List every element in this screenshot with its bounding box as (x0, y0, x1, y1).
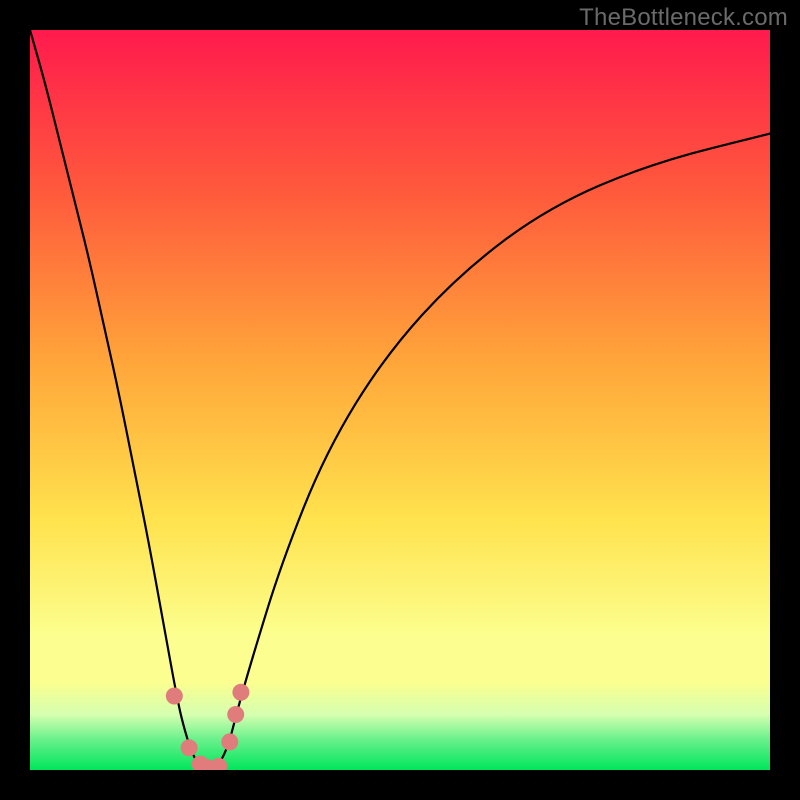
gradient-background (30, 30, 770, 770)
curve-marker (232, 684, 249, 701)
curve-marker (221, 733, 238, 750)
curve-marker (227, 706, 244, 723)
watermark-text: TheBottleneck.com (579, 4, 788, 32)
curve-marker (181, 739, 198, 756)
chart-frame: TheBottleneck.com (0, 0, 800, 800)
plot-area (30, 30, 770, 770)
curve-marker (166, 688, 183, 705)
chart-svg (30, 30, 770, 770)
